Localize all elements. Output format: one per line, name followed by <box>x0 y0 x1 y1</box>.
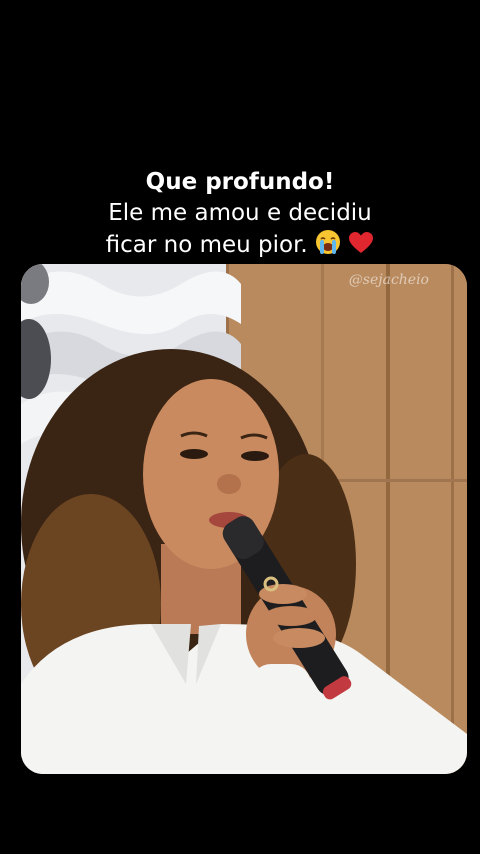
watermark: @sejacheio <box>348 272 429 288</box>
caption-title: Que profundo! <box>145 169 335 195</box>
caption-line-2-row: ficar no meu pior. <box>0 229 480 264</box>
caption-line-2: ficar no meu pior. <box>105 232 308 258</box>
red-heart-icon <box>348 231 374 264</box>
caption-block: Que profundo! Ele me amou e decidiu fica… <box>0 166 480 264</box>
caption-line-1: Ele me amou e decidiu <box>108 200 372 226</box>
video-scene <box>21 264 467 774</box>
crying-face-icon <box>315 229 341 264</box>
video-frame[interactable]: @sejacheio <box>21 264 467 774</box>
